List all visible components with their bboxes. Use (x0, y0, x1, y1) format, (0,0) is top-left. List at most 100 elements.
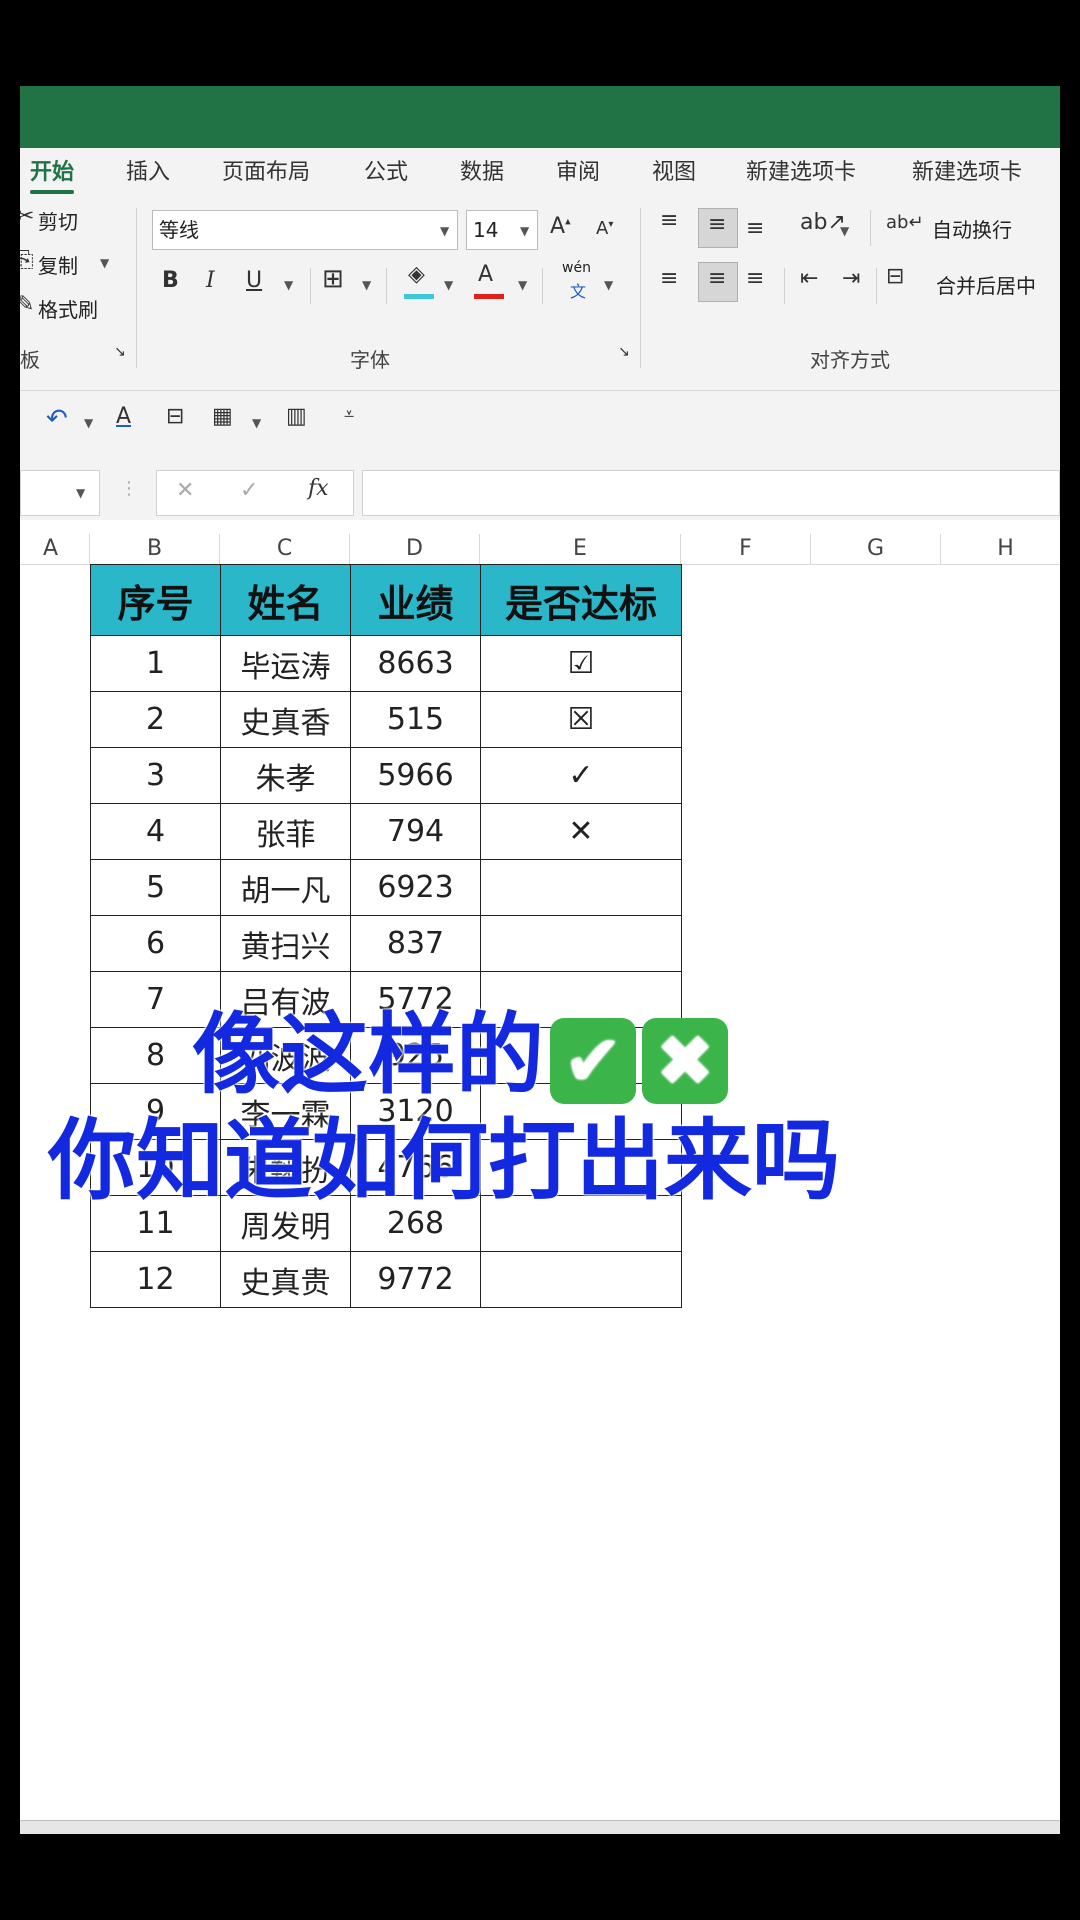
tab-page-layout[interactable]: 页面布局 (222, 148, 310, 198)
freeze-panes-icon[interactable]: ⊟ (166, 404, 184, 429)
tab-formulas[interactable]: 公式 (364, 148, 408, 198)
column-header-d[interactable]: D (350, 534, 480, 564)
header-name[interactable]: 姓名 (220, 564, 351, 636)
align-left-icon[interactable]: ≡ (660, 266, 678, 291)
cell-performance[interactable]: 9772 (350, 1251, 481, 1308)
bold-button[interactable]: B (162, 268, 179, 293)
cell-performance[interactable]: 837 (350, 915, 481, 972)
cell-performance[interactable]: 8663 (350, 635, 481, 692)
divider (20, 390, 1060, 391)
cell-qualified[interactable]: ✓ (480, 747, 682, 804)
cell-index[interactable]: 3 (90, 747, 221, 804)
column-header-f[interactable]: F (681, 534, 811, 564)
chevron-down-icon[interactable]: ▼ (440, 224, 449, 238)
fx-icon[interactable]: fx (308, 476, 329, 501)
tab-data[interactable]: 数据 (460, 148, 504, 198)
increase-font-icon[interactable]: A▴ (550, 214, 571, 239)
borders-icon[interactable]: ⊞ (322, 264, 344, 294)
cell-performance[interactable]: 515 (350, 691, 481, 748)
phonetic-top-label[interactable]: wén (562, 260, 591, 276)
cell-performance[interactable]: 6923 (350, 859, 481, 916)
cell-name[interactable]: 史真香 (220, 691, 351, 748)
font-color-icon[interactable]: A (478, 262, 493, 287)
format-table-icon[interactable]: ▦ (212, 404, 233, 429)
cell-qualified[interactable] (480, 859, 682, 916)
decrease-indent-icon[interactable]: ⇤ (800, 266, 818, 291)
dialog-launcher-icon[interactable]: ↘ (618, 344, 630, 360)
chevron-down-icon[interactable]: ▼ (284, 278, 293, 292)
enter-icon[interactable]: ✓ (240, 478, 258, 503)
header-performance[interactable]: 业绩 (350, 564, 481, 636)
tab-new-2[interactable]: 新建选项卡 (912, 148, 1022, 198)
column-header-h[interactable]: H (941, 534, 1060, 564)
phonetic-icon[interactable]: 文 (570, 278, 586, 302)
cell-qualified[interactable] (480, 1251, 682, 1308)
chevron-down-icon[interactable]: ▼ (518, 278, 527, 292)
dialog-launcher-icon[interactable]: ↘ (114, 344, 126, 360)
column-header-b[interactable]: B (90, 534, 220, 564)
font-name-select[interactable]: 等线 (152, 210, 458, 250)
cell-name[interactable]: 张菲 (220, 803, 351, 860)
cell-qualified[interactable] (480, 915, 682, 972)
formula-input[interactable] (362, 470, 1060, 516)
chevron-down-icon[interactable]: ▼ (362, 278, 371, 292)
copy-button[interactable]: 复制 (38, 250, 78, 279)
column-header-c[interactable]: C (220, 534, 350, 564)
chevron-down-icon[interactable]: ▼ (840, 224, 849, 238)
cell-index[interactable]: 12 (90, 1251, 221, 1308)
underline-button[interactable]: U (246, 268, 262, 293)
increase-indent-icon[interactable]: ⇥ (842, 266, 860, 291)
orientation-icon[interactable]: ab↗ (800, 210, 846, 235)
merge-center-button[interactable]: 合并后居中 (936, 270, 1036, 299)
italic-button[interactable]: I (206, 268, 215, 293)
tab-view[interactable]: 视图 (652, 148, 696, 198)
tab-insert[interactable]: 插入 (126, 148, 170, 198)
chevron-down-icon[interactable]: ▼ (76, 486, 85, 500)
fill-color-icon[interactable]: ◈ (408, 262, 425, 287)
cell-name[interactable]: 毕运涛 (220, 635, 351, 692)
cell-performance[interactable]: 794 (350, 803, 481, 860)
cancel-icon[interactable]: ✕ (176, 478, 194, 503)
format-painter-button[interactable]: 格式刷 (38, 294, 98, 323)
copy-icon: ⎘ (20, 248, 34, 273)
column-header-a[interactable]: A (20, 534, 90, 564)
chevron-down-icon[interactable]: ▼ (252, 416, 261, 430)
cell-index[interactable]: 5 (90, 859, 221, 916)
cell-name[interactable]: 胡一凡 (220, 859, 351, 916)
font-color-quick-icon[interactable]: A (116, 404, 131, 429)
decrease-font-icon[interactable]: A▾ (596, 218, 613, 239)
cell-index[interactable]: 1 (90, 635, 221, 692)
tab-home[interactable]: 开始 (30, 148, 75, 198)
cell-qualified[interactable]: ☒ (480, 691, 682, 748)
name-box[interactable] (20, 470, 100, 516)
cell-qualified[interactable]: ☑ (480, 635, 682, 692)
cell-index[interactable]: 2 (90, 691, 221, 748)
tab-new-1[interactable]: 新建选项卡 (746, 148, 856, 198)
chevron-down-icon[interactable]: ▼ (604, 278, 613, 292)
cell-index[interactable]: 6 (90, 915, 221, 972)
chevron-down-icon[interactable]: ▼ (444, 278, 453, 292)
cell-qualified[interactable]: ✕ (480, 803, 682, 860)
cell-name[interactable]: 黄扫兴 (220, 915, 351, 972)
cell-performance[interactable]: 5966 (350, 747, 481, 804)
wrap-text-button[interactable]: 自动换行 (932, 214, 1012, 243)
cell-name[interactable]: 朱孝 (220, 747, 351, 804)
insert-column-icon[interactable]: ▥ (286, 404, 307, 429)
chevron-down-icon[interactable]: ▼ (100, 256, 109, 270)
chevron-down-icon[interactable]: ▼ (520, 224, 529, 238)
chevron-down-icon[interactable]: ▼ (84, 416, 93, 430)
cell-name[interactable]: 史真贵 (220, 1251, 351, 1308)
header-index[interactable]: 序号 (90, 564, 221, 636)
align-right-icon[interactable]: ≡ (746, 266, 764, 291)
align-top-icon[interactable]: ≡ (660, 208, 678, 233)
column-header-g[interactable]: G (811, 534, 941, 564)
cut-button[interactable]: 剪切 (38, 206, 78, 235)
undo-icon[interactable]: ↶ (46, 404, 68, 434)
ribbon-body: ✂ 剪切 ⎘ 复制 ▼ ✎ 格式刷 板 ↘ 等线 ▼ 14 ▼ A▴ A▾ B … (20, 198, 1060, 462)
customize-toolbar-icon[interactable]: ⩡ (344, 404, 354, 425)
header-qualified[interactable]: 是否达标 (480, 564, 682, 636)
align-bottom-icon[interactable]: ≡ (746, 216, 764, 241)
cell-index[interactable]: 4 (90, 803, 221, 860)
column-header-e[interactable]: E (480, 534, 681, 564)
tab-review[interactable]: 审阅 (556, 148, 600, 198)
